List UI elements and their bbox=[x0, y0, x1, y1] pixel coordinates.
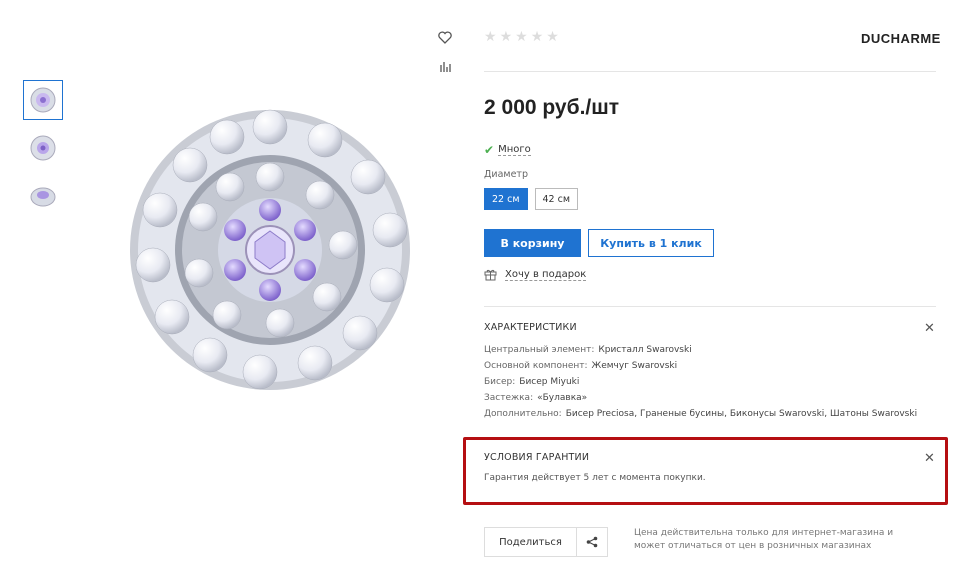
divider bbox=[484, 306, 936, 307]
diameter-label: Диаметр bbox=[484, 169, 528, 180]
product-actions bbox=[436, 28, 456, 88]
char-value: Бисер Miyuki bbox=[519, 377, 580, 387]
check-icon: ✔ bbox=[484, 143, 495, 157]
brooch-thumb-icon bbox=[30, 135, 56, 161]
brand-logo[interactable]: DUCHARME bbox=[861, 31, 941, 46]
char-value: Кристалл Swarovski bbox=[598, 345, 692, 355]
char-row: Основной компонент: Жемчуг Swarovski bbox=[484, 358, 917, 374]
warranty-text: Гарантия действует 5 лет с момента покуп… bbox=[484, 473, 706, 483]
char-row: Застежка: «Булавка» bbox=[484, 390, 917, 406]
star-icon[interactable]: ★ bbox=[546, 30, 559, 44]
share-icon[interactable] bbox=[577, 528, 607, 556]
char-row: Дополнительно: Бисер Preciosa, Граненые б… bbox=[484, 406, 917, 422]
brooch-image bbox=[130, 109, 410, 390]
brooch-thumb-icon bbox=[30, 87, 56, 113]
char-name: Основной компонент: bbox=[484, 361, 588, 371]
buy-one-click-button[interactable]: Купить в 1 клик bbox=[588, 229, 714, 257]
star-icon[interactable]: ★ bbox=[500, 30, 513, 44]
close-characteristics-icon[interactable]: ✕ bbox=[924, 321, 935, 336]
characteristics-list: Центральный элемент: Кристалл Swarovski О… bbox=[484, 342, 917, 422]
brooch-side-thumb-icon bbox=[30, 187, 56, 207]
char-row: Центральный элемент: Кристалл Swarovski bbox=[484, 342, 917, 358]
stock-label[interactable]: Много bbox=[498, 144, 531, 156]
share-widget: Поделиться bbox=[484, 527, 608, 557]
share-button[interactable]: Поделиться bbox=[485, 528, 577, 556]
diameter-options: 22 см 42 см bbox=[484, 188, 578, 210]
char-value: Бисер Preciosa, Граненые бусины, Биконус… bbox=[565, 409, 918, 419]
thumbnail-3[interactable] bbox=[23, 176, 63, 216]
char-value: «Булавка» bbox=[537, 393, 588, 403]
star-icon[interactable]: ★ bbox=[484, 30, 497, 44]
rating-stars[interactable]: ★ ★ ★ ★ ★ bbox=[484, 30, 559, 44]
divider bbox=[484, 71, 936, 72]
thumbnail-1[interactable] bbox=[23, 80, 63, 120]
compare-icon[interactable] bbox=[436, 58, 454, 76]
char-value: Жемчуг Swarovski bbox=[591, 361, 678, 371]
gift-link[interactable]: Хочу в подарок bbox=[484, 268, 587, 281]
thumbnail-2[interactable] bbox=[23, 128, 63, 168]
char-name: Центральный элемент: bbox=[484, 345, 595, 355]
char-name: Застежка: bbox=[484, 393, 534, 403]
diameter-option-42[interactable]: 42 см bbox=[534, 188, 578, 210]
stock-status: ✔ Много bbox=[484, 143, 531, 157]
product-image[interactable] bbox=[110, 60, 430, 440]
gift-label: Хочу в подарок bbox=[505, 268, 587, 281]
diameter-option-22[interactable]: 22 см bbox=[484, 188, 528, 210]
add-to-cart-button[interactable]: В корзину bbox=[484, 229, 581, 257]
heart-icon[interactable] bbox=[436, 28, 454, 46]
close-warranty-icon[interactable]: ✕ bbox=[924, 451, 935, 466]
warranty-title[interactable]: УСЛОВИЯ ГАРАНТИИ bbox=[484, 452, 589, 463]
characteristics-title[interactable]: ХАРАКТЕРИСТИКИ bbox=[484, 322, 577, 333]
char-row: Бисер: Бисер Miyuki bbox=[484, 374, 917, 390]
star-icon[interactable]: ★ bbox=[515, 30, 528, 44]
price-note: Цена действительна только для интернет-м… bbox=[634, 528, 894, 551]
thumbnail-list bbox=[23, 80, 63, 224]
product-price: 2 000 руб./шт bbox=[484, 96, 620, 119]
char-name: Бисер: bbox=[484, 377, 516, 387]
warranty-highlight bbox=[463, 437, 948, 505]
gift-icon bbox=[484, 269, 497, 281]
star-icon[interactable]: ★ bbox=[531, 30, 544, 44]
char-name: Дополнительно: bbox=[484, 409, 562, 419]
